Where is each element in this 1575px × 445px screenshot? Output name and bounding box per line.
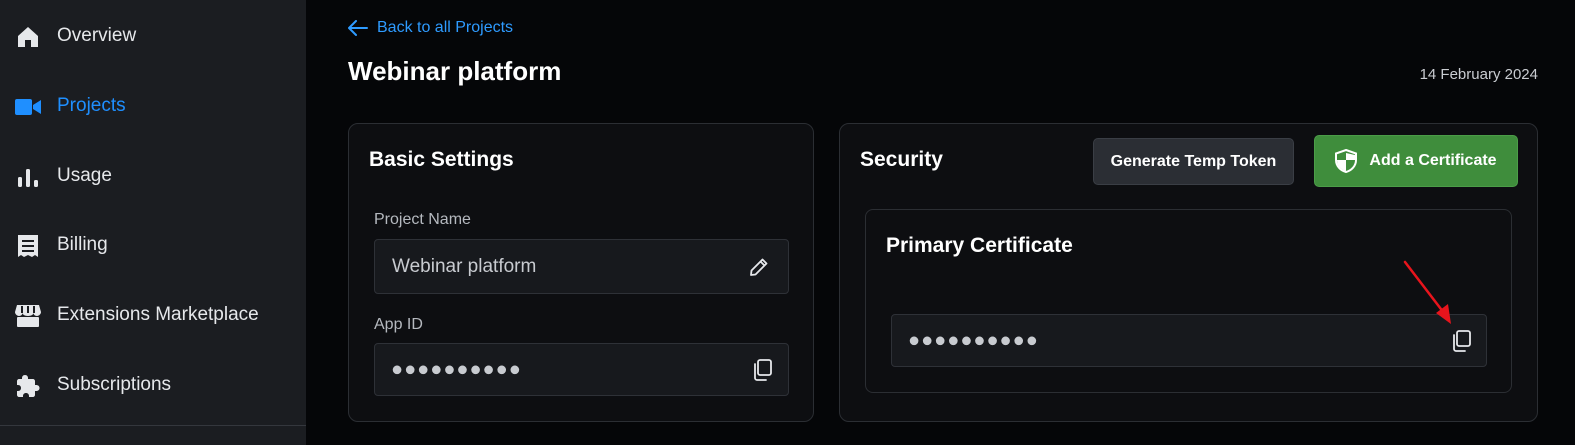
project-name-field[interactable]: Webinar platform xyxy=(374,239,789,294)
sidebar-item-usage[interactable]: Usage xyxy=(0,156,306,196)
sidebar-item-extensions-marketplace[interactable]: Extensions Marketplace xyxy=(0,295,306,335)
back-link-label: Back to all Projects xyxy=(377,19,514,36)
generate-temp-token-label: Generate Temp Token xyxy=(1110,152,1277,170)
basic-settings-title: Basic Settings xyxy=(369,148,514,171)
sidebar-item-label: Subscriptions xyxy=(57,374,172,395)
primary-certificate-title: Primary Certificate xyxy=(886,234,1073,257)
basic-settings-card: Basic Settings Project Name Webinar plat… xyxy=(348,123,814,422)
edit-pencil-icon[interactable] xyxy=(746,254,772,280)
copy-app-id-icon[interactable] xyxy=(749,357,775,383)
receipt-icon xyxy=(15,233,41,259)
sidebar: Overview Projects Usage Billing Extensio… xyxy=(0,0,306,445)
project-date: 14 February 2024 xyxy=(1419,66,1538,83)
arrow-left-icon xyxy=(348,20,368,36)
shield-icon xyxy=(1335,149,1358,173)
puzzle-icon xyxy=(15,373,41,399)
app-id-label: App ID xyxy=(374,316,423,333)
copy-certificate-icon[interactable] xyxy=(1448,328,1474,354)
sidebar-item-label: Billing xyxy=(57,234,108,255)
sidebar-item-label: Overview xyxy=(57,25,137,46)
store-icon xyxy=(15,303,41,329)
project-name-value: Webinar platform xyxy=(392,255,537,277)
security-card: Security Generate Temp Token Add a Certi… xyxy=(839,123,1538,422)
main-content: Back to all Projects Webinar platform 14… xyxy=(306,0,1575,445)
security-title: Security xyxy=(860,148,943,171)
add-certificate-button[interactable]: Add a Certificate xyxy=(1314,135,1518,187)
sidebar-item-projects[interactable]: Projects xyxy=(0,86,306,126)
video-camera-icon xyxy=(15,94,41,120)
add-certificate-label: Add a Certificate xyxy=(1369,152,1497,169)
primary-certificate-card: Primary Certificate ●●●●●●●●●● xyxy=(865,209,1512,393)
page-title: Webinar platform xyxy=(348,56,562,86)
primary-certificate-value: ●●●●●●●●●● xyxy=(908,329,1039,351)
sidebar-item-subscriptions[interactable]: Subscriptions xyxy=(0,365,306,405)
app-id-value: ●●●●●●●●●● xyxy=(391,358,522,380)
sidebar-item-label: Usage xyxy=(57,165,112,186)
home-icon xyxy=(15,24,41,50)
bar-chart-icon xyxy=(15,164,41,190)
generate-temp-token-button[interactable]: Generate Temp Token xyxy=(1093,138,1294,185)
back-to-projects-link[interactable]: Back to all Projects xyxy=(348,19,513,37)
project-name-label: Project Name xyxy=(374,211,471,228)
sidebar-item-overview[interactable]: Overview xyxy=(0,16,306,56)
sidebar-item-label: Projects xyxy=(57,95,126,116)
sidebar-item-billing[interactable]: Billing xyxy=(0,225,306,265)
sidebar-divider xyxy=(0,425,306,426)
sidebar-item-label: Extensions Marketplace xyxy=(57,304,259,325)
app-id-field[interactable]: ●●●●●●●●●● xyxy=(374,343,789,396)
primary-certificate-field[interactable]: ●●●●●●●●●● xyxy=(891,314,1487,367)
